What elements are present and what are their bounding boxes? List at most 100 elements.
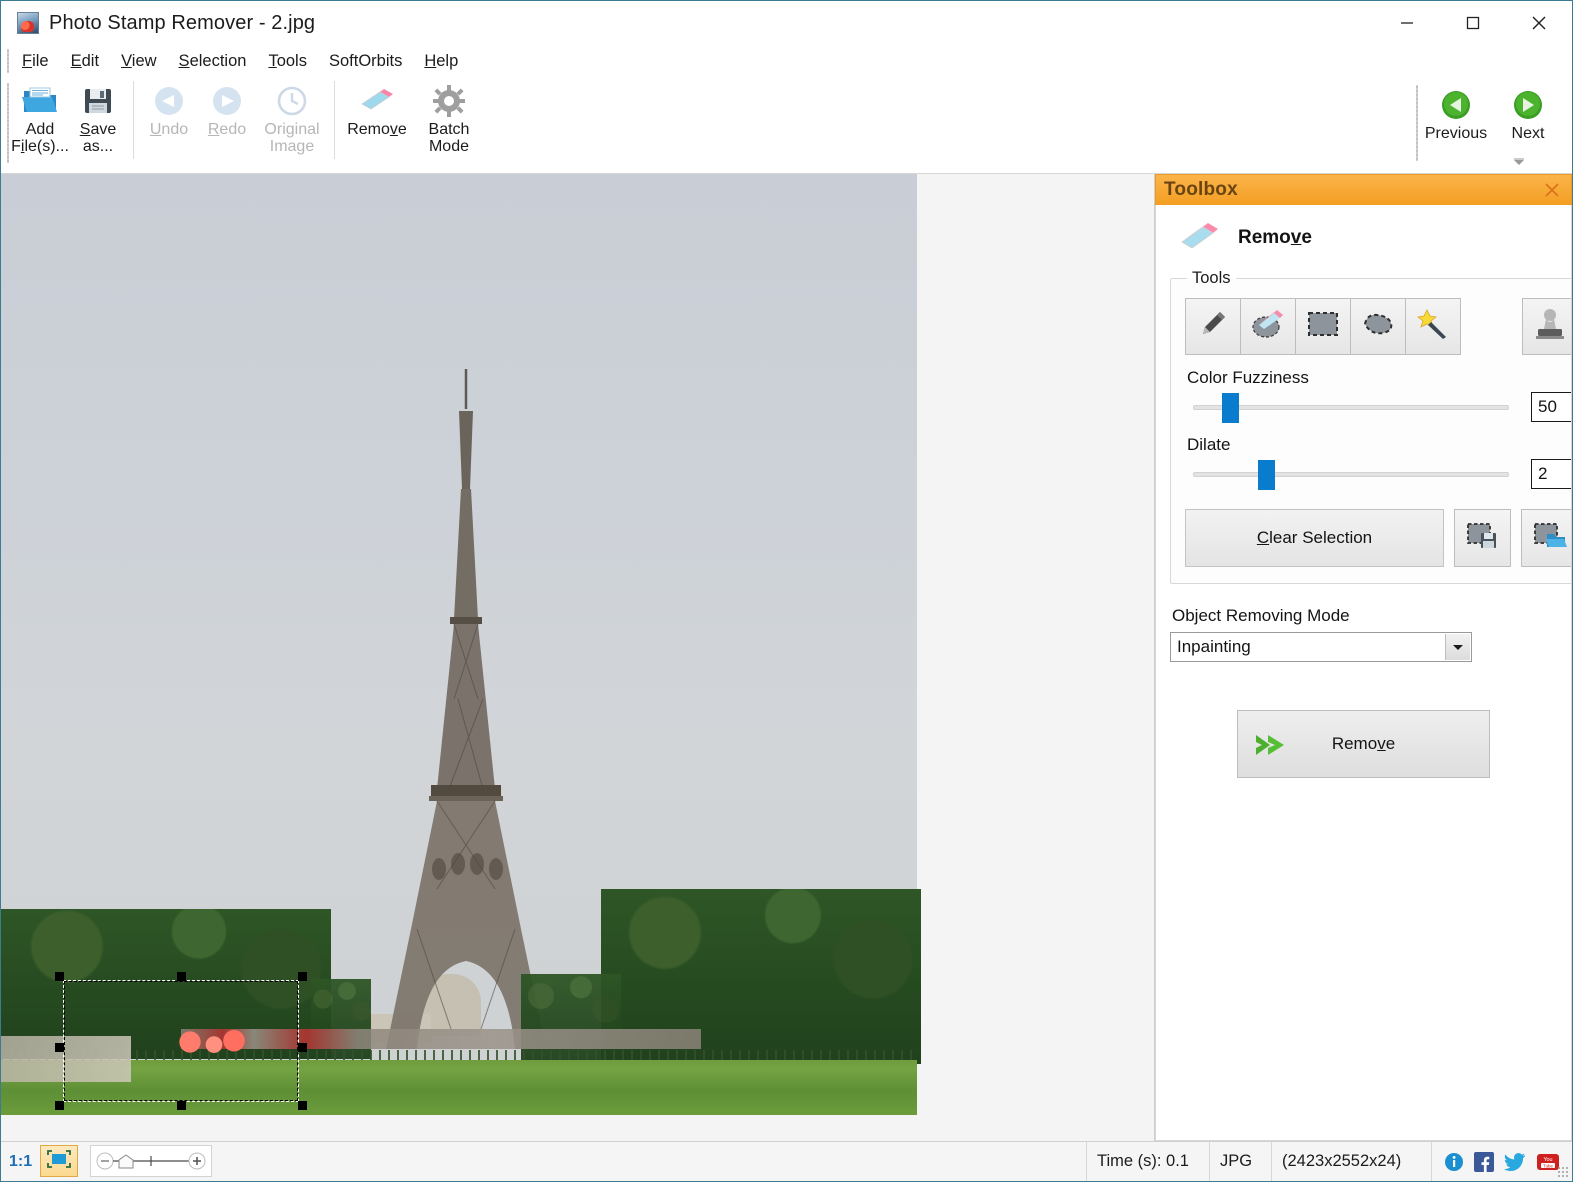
tools-group: Tools (1170, 269, 1572, 584)
eraser-tool-button[interactable] (1240, 298, 1296, 355)
toolbox-close-icon[interactable] (1541, 179, 1563, 201)
work-area: Toolbox Remove (1, 174, 1572, 1141)
green-double-arrow-icon (1254, 731, 1294, 764)
load-selection-button[interactable] (1521, 509, 1572, 567)
next-button[interactable]: Next (1492, 81, 1564, 142)
menu-tools[interactable]: Tools (257, 49, 318, 74)
redo-button[interactable]: Redo (198, 77, 256, 138)
menu-bar: File Edit View Selection Tools SoftOrbit… (1, 45, 1572, 77)
clock-history-icon (275, 83, 309, 119)
eiffel-tower-shape (331, 369, 601, 1049)
clear-selection-label: Clear Selection (1257, 528, 1372, 548)
selection-handle-e[interactable] (298, 1043, 307, 1052)
image-canvas[interactable] (1, 174, 1154, 1141)
menu-selection[interactable]: Selection (168, 49, 258, 74)
ribbon-separator-1 (133, 81, 134, 159)
clear-selection-button[interactable]: Clear Selection (1185, 509, 1444, 567)
ribbon-expand-icon[interactable] (1510, 155, 1528, 169)
app-photo-icon (17, 12, 39, 34)
magic-wand-tool-button[interactable] (1405, 298, 1461, 355)
save-selection-button[interactable] (1454, 509, 1511, 567)
info-icon[interactable] (1444, 1152, 1464, 1172)
selection-handle-nw[interactable] (55, 972, 64, 981)
close-button[interactable] (1506, 1, 1572, 45)
status-bar: 1:1 (1, 1141, 1572, 1181)
selection-handle-se[interactable] (298, 1101, 307, 1110)
rectangle-select-tool-button[interactable] (1295, 298, 1351, 355)
magic-wand-icon (1416, 308, 1450, 345)
eraser-circle-icon (1250, 307, 1286, 346)
ribbon-nav-group: Previous Next (1420, 77, 1564, 173)
slider-track (1193, 472, 1509, 477)
selection-handle-w[interactable] (55, 1043, 64, 1052)
slider-thumb[interactable] (1258, 460, 1275, 490)
dilate-value[interactable]: 2 (1531, 459, 1572, 489)
fit-to-window-icon (46, 1149, 72, 1174)
dimensions-status: (2423x2552x24) (1272, 1142, 1432, 1181)
color-fuzziness-slider[interactable] (1185, 392, 1517, 422)
photo-eiffel-tower[interactable] (1, 174, 917, 1115)
dilate-label: Dilate (1187, 435, 1572, 455)
lasso-icon (1361, 310, 1395, 343)
eraser-icon (358, 83, 396, 119)
dilate-row: 2 (1185, 459, 1572, 489)
toolbox-panel: Toolbox Remove (1154, 174, 1572, 1141)
add-files-label: Add File(s)... (11, 121, 69, 156)
pencil-icon (1196, 307, 1230, 346)
add-files-button[interactable]: Add File(s)... (11, 77, 69, 156)
maximize-button[interactable] (1440, 1, 1506, 45)
zoom-slider-widget[interactable] (90, 1145, 212, 1177)
format-status: JPG (1210, 1142, 1272, 1181)
toolbox-mode-header: Remove (1170, 205, 1557, 269)
lasso-select-tool-button[interactable] (1350, 298, 1406, 355)
next-label: Next (1512, 125, 1545, 142)
floppy-save-icon (82, 83, 114, 119)
menu-help[interactable]: Help (413, 49, 469, 74)
load-selection-icon (1533, 521, 1567, 556)
remove-action-button[interactable]: Remove (1237, 710, 1490, 778)
batch-mode-button[interactable]: Batch Mode (413, 77, 485, 156)
menu-view[interactable]: View (110, 49, 167, 74)
remove-toolbar-button[interactable]: Remove (341, 77, 413, 138)
object-removing-mode-label: Object Removing Mode (1172, 606, 1557, 626)
minimize-button[interactable] (1374, 1, 1440, 45)
eraser-icon (1178, 219, 1222, 257)
window-controls (1374, 1, 1572, 45)
fit-to-window-button[interactable] (40, 1145, 78, 1177)
redo-label: Redo (208, 121, 246, 138)
slider-thumb[interactable] (1222, 393, 1239, 423)
remove-toolbar-label: Remove (347, 121, 407, 138)
toolbox-mode-title: Remove (1238, 227, 1312, 249)
previous-label: Previous (1425, 125, 1487, 142)
previous-button[interactable]: Previous (1420, 81, 1492, 142)
menu-softorbits[interactable]: SoftOrbits (318, 49, 413, 74)
selection-handle-ne[interactable] (298, 972, 307, 981)
selection-handle-sw[interactable] (55, 1101, 64, 1110)
color-fuzziness-value[interactable]: 50 (1531, 392, 1572, 422)
facebook-icon[interactable] (1474, 1152, 1494, 1172)
chevron-down-icon[interactable] (1445, 634, 1470, 660)
original-image-button[interactable]: Original Image (256, 77, 328, 156)
save-as-button[interactable]: Save as... (69, 77, 127, 156)
ribbon-action-group: Remove (341, 77, 485, 167)
selection-handle-n[interactable] (177, 972, 186, 981)
undo-button[interactable]: Undo (140, 77, 198, 138)
ribbon-toolbar: Add File(s)... Save as... (1, 77, 1572, 174)
menu-file[interactable]: File (11, 49, 60, 74)
undo-label: Undo (150, 121, 188, 138)
twitter-icon[interactable] (1504, 1152, 1526, 1172)
grass-foreground (1, 1109, 917, 1115)
resize-grip[interactable] (1557, 1166, 1569, 1178)
ribbon-history-group: Undo Redo Original Image (140, 77, 328, 167)
object-removing-mode-select[interactable]: Inpainting (1170, 632, 1472, 662)
status-spacer (212, 1142, 1086, 1181)
selection-rectangle[interactable] (63, 980, 299, 1102)
stamp-tool-button[interactable] (1522, 298, 1572, 355)
selection-handle-s[interactable] (177, 1101, 186, 1110)
dilate-slider[interactable] (1185, 459, 1517, 489)
time-status: Time (s): 0.1 (1086, 1142, 1210, 1181)
menu-edit[interactable]: Edit (60, 49, 110, 74)
rectangle-select-icon (1306, 310, 1340, 343)
marker-tool-button[interactable] (1185, 298, 1241, 355)
gear-icon (432, 83, 466, 119)
